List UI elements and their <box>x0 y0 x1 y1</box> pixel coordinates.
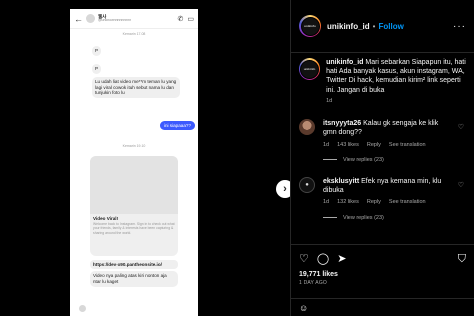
chat-handle: @unknownnnnnnnnn <box>98 18 132 22</box>
caption-username[interactable]: unikinfo_id <box>326 59 363 66</box>
emoji-icon[interactable]: ☺ <box>299 303 308 313</box>
comment-time: 1d <box>323 141 330 148</box>
link-title: Video Viral! <box>93 216 119 221</box>
comment-username[interactable]: eksklusyitt <box>323 178 359 185</box>
post-panel: unikinfo unikinfo_id • Follow ··· unikin… <box>290 0 474 316</box>
chat-message: Video nya paling atas kiri nonton aja nt… <box>90 271 178 287</box>
caption-body: unikinfo_id Mari sebarkan Siapapun itu, … <box>326 58 466 105</box>
sender-avatar <box>79 305 86 312</box>
post-date: 1 DAY AGO <box>299 280 328 286</box>
profile-avatar[interactable]: unikinfo <box>299 15 321 37</box>
heart-icon[interactable]: ♡ <box>458 123 464 131</box>
comment-body: eksklusyitt Efek nya kemana min, klu dib… <box>323 177 451 207</box>
video-call-icon: ▭ <box>187 15 194 23</box>
action-bar: ♡ ◯ ➤ ⛉ <box>299 251 466 267</box>
view-replies-label: View replies (23) <box>343 156 384 163</box>
separator-dot: • <box>372 21 376 31</box>
view-replies[interactable]: View replies (23) <box>323 157 466 163</box>
view-replies[interactable]: View replies (23) <box>323 215 466 221</box>
commenter-avatar[interactable]: ● <box>299 176 315 193</box>
share-icon[interactable]: ➤ <box>337 253 346 265</box>
reply-button[interactable]: Reply <box>367 142 381 149</box>
chat-timestamp: Kemarin 19.10 <box>122 144 146 148</box>
see-translation-link[interactable]: See translation <box>389 142 426 149</box>
chat-avatar <box>86 14 95 23</box>
reply-line <box>323 217 337 219</box>
post-image: ← 웹사 @unknownnnnnnnnn ✆ ▭ Kemarin 17.08 … <box>0 0 290 316</box>
chat-message: P <box>92 46 102 56</box>
view-replies-label: View replies (23) <box>343 214 384 221</box>
comment-meta: 1d 132 likes Reply See translation <box>323 199 451 206</box>
chat-header: ← 웹사 @unknownnnnnnnnn ✆ ▭ <box>70 9 198 29</box>
commenter-avatar[interactable] <box>299 119 315 136</box>
caption-time: 1d <box>326 97 333 104</box>
follow-button[interactable]: Follow <box>378 22 403 31</box>
chat-user: 웹사 @unknownnnnnnnnn <box>98 14 174 23</box>
see-translation-link[interactable]: See translation <box>389 199 426 206</box>
phone-icon: ✆ <box>177 15 184 23</box>
reply-line <box>323 159 337 161</box>
comment: ● eksklusyitt Efek nya kemana min, klu d… <box>299 176 466 207</box>
more-options-icon[interactable]: ··· <box>453 21 466 32</box>
chat-screenshot: ← 웹사 @unknownnnnnnnnn ✆ ▭ Kemarin 17.08 … <box>70 9 198 316</box>
add-comment-bar: ☺ <box>291 298 474 316</box>
link-preview-card: Video Viral! Welcome back to Instagram. … <box>90 156 178 256</box>
post-header: unikinfo unikinfo_id • Follow ··· <box>291 0 474 53</box>
reply-button[interactable]: Reply <box>367 199 381 206</box>
chat-reply: ini siapaaa?? <box>159 121 195 130</box>
chat-message: Lu udah liat video me**m teman lu yang l… <box>92 77 180 99</box>
post-username[interactable]: unikinfo_id <box>327 22 370 31</box>
likes-count[interactable]: 19,771 likes <box>299 271 466 278</box>
link-thumbnail <box>90 156 178 214</box>
comment-username[interactable]: itsnyyyta26 <box>323 120 361 127</box>
comment-time: 1d <box>323 199 330 206</box>
comment-meta: 1d 143 likes Reply See translation <box>323 142 451 149</box>
caption-avatar[interactable]: unikinfo <box>299 58 321 80</box>
link-url: https://dev-x90.pantheonsite.io/ <box>90 260 178 269</box>
avatar-logo: unikinfo <box>300 59 320 79</box>
chat-timestamp: Kemarin 17.08 <box>122 32 146 36</box>
comment: itsnyyyta26 Kalau gk sengaja ke klik gmn… <box>299 119 466 149</box>
post-actions: ♡ ◯ ➤ ⛉ 19,771 likes 1 DAY AGO <box>291 244 474 286</box>
comment-likes[interactable]: 132 likes <box>337 199 359 206</box>
comment-body: itsnyyyta26 Kalau gk sengaja ke klik gmn… <box>323 119 451 149</box>
back-arrow-icon: ← <box>74 13 83 24</box>
comment-icon[interactable]: ◯ <box>317 253 329 265</box>
heart-icon[interactable]: ♡ <box>458 181 464 189</box>
link-description: Welcome back to Instagram. Sign in to ch… <box>93 222 175 235</box>
avatar-logo: unikinfo <box>300 16 320 36</box>
like-heart-icon[interactable]: ♡ <box>299 253 309 265</box>
chat-message: P <box>92 64 102 74</box>
bookmark-icon[interactable]: ⛉ <box>458 253 466 265</box>
caption: unikinfo unikinfo_id Mari sebarkan Siapa… <box>299 58 466 105</box>
comment-likes[interactable]: 143 likes <box>337 142 359 149</box>
comments-section: unikinfo unikinfo_id Mari sebarkan Siapa… <box>291 54 474 244</box>
